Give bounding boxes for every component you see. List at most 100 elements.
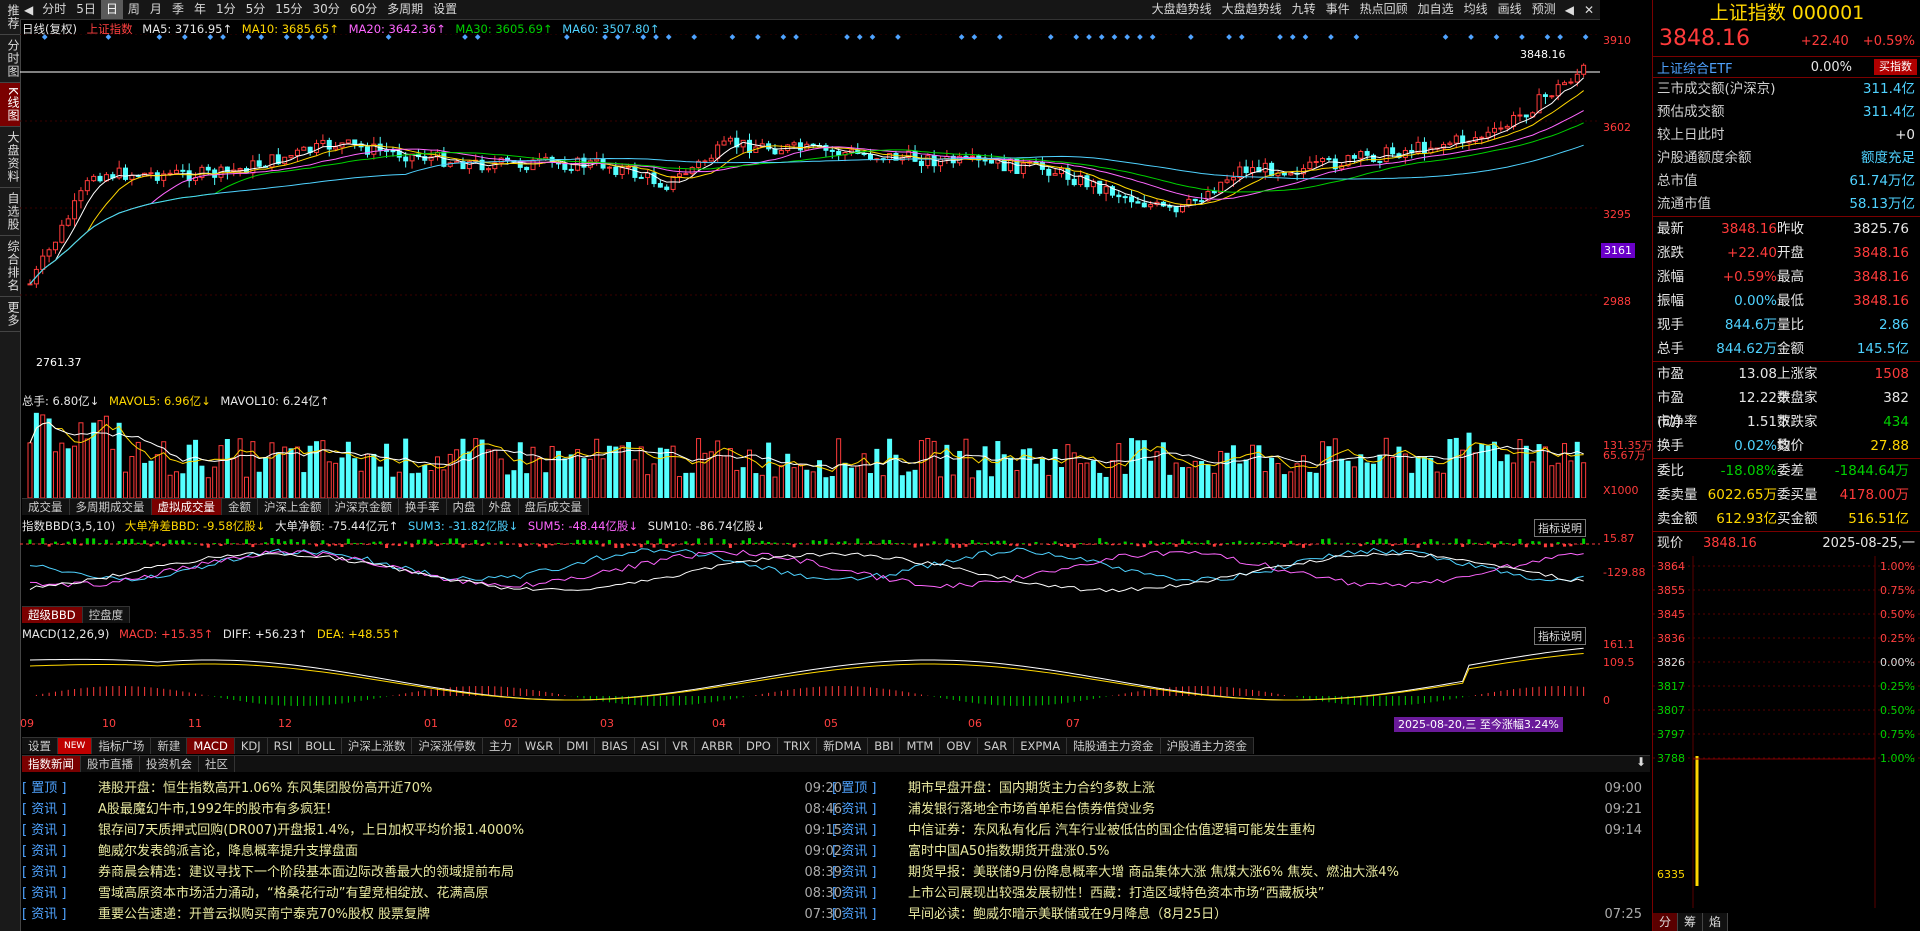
period-tab-8[interactable]: 5分 (241, 0, 271, 19)
indtabs-item-26[interactable]: 沪股通主力资金 (1161, 738, 1255, 754)
toolbar-right-item-3[interactable]: 事件 (1321, 0, 1355, 19)
kline-chart[interactable] (20, 34, 1600, 394)
news-item[interactable]: [ 资讯 ] 券商晨会精选：建议寻找下一个阶段基本面边际改善最大的领域提前布局 08… (22, 862, 852, 883)
period-tab-7[interactable]: 1分 (211, 0, 241, 19)
news-title[interactable]: 中信证券：东风私有化后 汽车行业被低估的国企估值逻辑可能发生重构 (908, 820, 1315, 841)
period-tab-3[interactable]: 周 (123, 0, 145, 19)
period-tab-2[interactable]: 日 (100, 0, 123, 19)
indtabs-item-9[interactable]: 沪深涨停数 (412, 738, 483, 754)
toolbar-right-item-0[interactable]: 大盘趋势线 (1147, 0, 1217, 19)
voltabs-item-7[interactable]: 内盘 (447, 499, 483, 515)
bbdtabs-item-0[interactable]: 超级BBD (22, 607, 83, 623)
toolbar-right-item-6[interactable]: 均线 (1459, 0, 1493, 19)
indtabs-item-23[interactable]: SAR (978, 738, 1015, 754)
toolbar-right-item-2[interactable]: 九转 (1287, 0, 1321, 19)
news-item[interactable]: [ 资讯 ] 鲍威尔发表鸽派言论，降息概率提升支撑盘面 09:02 (22, 841, 852, 862)
period-tab-12[interactable]: 多周期 (382, 0, 428, 19)
indtabs-item-21[interactable]: MTM (900, 738, 941, 754)
voltabs-item-5[interactable]: 沪深京金额 (329, 499, 399, 515)
indtabs-item-10[interactable]: 主力 (483, 738, 519, 754)
sidebar-tab-5[interactable]: 综合排名 (0, 236, 20, 297)
indtabs-item-15[interactable]: VR (666, 738, 696, 754)
indtabs-item-25[interactable]: 陆股通主力资金 (1067, 738, 1161, 754)
indtabs-item-13[interactable]: BIAS (595, 738, 635, 754)
indtabs-item-0[interactable]: 设置 (22, 738, 58, 754)
toolbar-right-item-1[interactable]: 大盘趋势线 (1217, 0, 1287, 19)
voltabs-item-2[interactable]: 虚拟成交量 (151, 499, 222, 515)
indtabs-item-12[interactable]: DMI (560, 738, 596, 754)
indtabs-item-4[interactable]: MACD (187, 738, 235, 754)
toolbar-right-item-4[interactable]: 热点回顾 (1355, 0, 1413, 19)
indtabs-item-5[interactable]: KDJ (235, 738, 268, 754)
news-title[interactable]: 期市早盘开盘：国内期货主力合约多数上涨 (908, 778, 1155, 799)
indtabs-item-19[interactable]: 新DMA (817, 738, 869, 754)
volume-chart[interactable] (20, 406, 1600, 498)
indtabs-item-1[interactable]: NEW (58, 738, 93, 754)
toolbar-right-item-7[interactable]: 画线 (1493, 0, 1527, 19)
indtabs-item-20[interactable]: BBI (868, 738, 901, 754)
news-item[interactable]: [ 资讯 ] 银存间7天质押式回购(DR007)开盘报1.4%，上日加权平均价报1… (22, 820, 852, 841)
macd-chart[interactable] (20, 640, 1600, 716)
period-tab-10[interactable]: 30分 (308, 0, 345, 19)
sidebar-tab-4[interactable]: 自选股 (0, 188, 20, 236)
news-title[interactable]: 富时中国A50指数期货开盘涨0.5% (908, 841, 1109, 862)
news-item[interactable]: [ 资讯 ] 富时中国A50指数期货开盘涨0.5% (832, 841, 1652, 862)
news-item[interactable]: [ 资讯 ] A股最魔幻牛市,1992年的股市有多疯狂! 08:46 (22, 799, 852, 820)
voltabs-item-6[interactable]: 换手率 (399, 499, 447, 515)
voltabs-item-3[interactable]: 金额 (222, 499, 258, 515)
bbd-chart[interactable] (20, 532, 1600, 604)
voltabs-item-0[interactable]: 成交量 (22, 499, 70, 515)
indtabs-item-3[interactable]: 新建 (151, 738, 188, 754)
news-title[interactable]: 重要公告速递：开普云拟购买南宁泰克70%股权 股票复牌 (98, 904, 430, 925)
sidebar-tab-6[interactable]: 更多 (0, 297, 20, 332)
sidebar-tab-1[interactable]: 分时图 (0, 35, 20, 83)
indtabs-item-22[interactable]: OBV (940, 738, 978, 754)
news-title[interactable]: 浦发银行落地全市场首单柜台债券借贷业务 (908, 799, 1155, 820)
indtabs-item-7[interactable]: BOLL (299, 738, 342, 754)
newstabs-item-0[interactable]: 指数新闻 (22, 756, 81, 772)
news-item[interactable]: [ 资讯 ] 期货早报：美联储9月份降息概率大增 商品集体大涨 焦煤大涨6% 焦炭… (832, 862, 1652, 883)
news-title[interactable]: 券商晨会精选：建议寻找下一个阶段基本面边际改善最大的领域提前布局 (98, 862, 514, 883)
intraday-mini-chart[interactable]: 3864 3855 3845 3836 3826 3817 3807 3797 3788 6335… (1653, 556, 1920, 908)
news-item[interactable]: [ 资讯 ] 雪域高原资本市场活力涌动，“格桑花行动”有望竞相绽放、花满高原 08:… (22, 883, 852, 904)
period-tab-1[interactable]: 5日 (71, 0, 101, 19)
news-item[interactable]: [ 资讯 ] 浦发银行落地全市场首单柜台债券借贷业务 09:21 (832, 799, 1652, 820)
news-item[interactable]: [ 置顶 ] 期市早盘开盘：国内期货主力合约多数上涨 09:00 (832, 778, 1652, 799)
buy-index-button[interactable]: 买指数 (1874, 59, 1917, 75)
indtabs-item-14[interactable]: ASI (635, 738, 667, 754)
download-icon[interactable]: ⬇ (1636, 755, 1646, 769)
period-tab-5[interactable]: 季 (167, 0, 189, 19)
voltabs-item-1[interactable]: 多周期成交量 (70, 499, 152, 515)
indtabs-item-8[interactable]: 沪深上涨数 (342, 738, 413, 754)
toolbar-right-item-5[interactable]: 加自选 (1413, 0, 1459, 19)
news-item[interactable]: [ 资讯 ] 重要公告速递：开普云拟购买南宁泰克70%股权 股票复牌 07:30 (22, 904, 852, 925)
arrow-left-icon[interactable]: ◀ (20, 3, 37, 17)
newstabs-item-2[interactable]: 投资机会 (140, 756, 199, 772)
indtabs-item-18[interactable]: TRIX (778, 738, 818, 754)
mini-tab-0[interactable]: 分 (1653, 913, 1679, 931)
news-title[interactable]: 港股开盘：恒生指数高开1.06% 东风集团股份高开近70% (98, 778, 432, 799)
sidebar-tab-2[interactable]: K线图 (0, 83, 20, 127)
indtabs-item-16[interactable]: ARBR (695, 738, 740, 754)
indtabs-item-17[interactable]: DPO (740, 738, 778, 754)
sidebar-tab-0[interactable]: 推荐 (0, 0, 20, 35)
news-title[interactable]: 早间必读：鲍威尔暗示美联储或在9月降息（8月25日） (908, 904, 1227, 925)
indtabs-item-2[interactable]: 指标广场 (92, 738, 152, 754)
indtabs-item-6[interactable]: RSI (268, 738, 300, 754)
news-title[interactable]: 期货早报：美联储9月份降息概率大增 商品集体大涨 焦煤大涨6% 焦炭、燃油大涨4… (908, 862, 1399, 883)
toolbar-right-item-8[interactable]: 预测 (1527, 0, 1561, 19)
minimize-icon[interactable]: ◀ (1561, 3, 1578, 17)
mini-tab-2[interactable]: 焰 (1703, 913, 1729, 931)
etf-link[interactable]: 上证综合ETF (1657, 58, 1733, 77)
period-tab-0[interactable]: 分时 (37, 0, 71, 19)
newstabs-item-3[interactable]: 社区 (199, 756, 235, 772)
indtabs-item-11[interactable]: W&R (519, 738, 561, 754)
period-tab-4[interactable]: 月 (145, 0, 167, 19)
period-tab-11[interactable]: 60分 (345, 0, 382, 19)
voltabs-item-8[interactable]: 外盘 (483, 499, 519, 515)
news-item[interactable]: [ 置顶 ] 港股开盘：恒生指数高开1.06% 东风集团股份高开近70% 09:20 (22, 778, 852, 799)
period-tab-9[interactable]: 15分 (270, 0, 307, 19)
news-title[interactable]: 银存间7天质押式回购(DR007)开盘报1.4%，上日加权平均价报1.4000% (98, 820, 524, 841)
bbdtabs-item-1[interactable]: 控盘度 (83, 607, 131, 623)
news-title[interactable]: A股最魔幻牛市,1992年的股市有多疯狂! (98, 799, 331, 820)
